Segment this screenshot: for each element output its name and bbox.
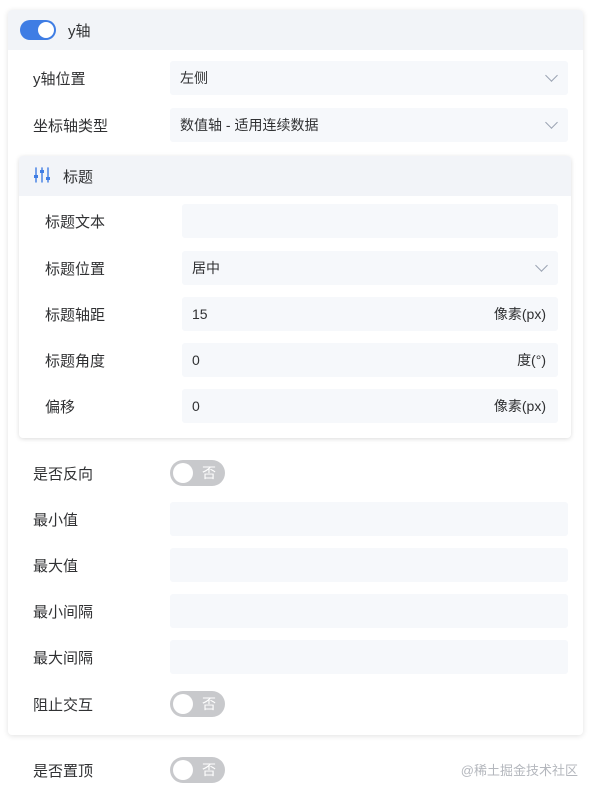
y-axis-panel: y轴 y轴位置 左侧 坐标轴类型 数值轴 - 适用连续数据 标题 标题文本 标题… xyxy=(8,10,583,735)
block-interaction-toggle-text: 否 xyxy=(202,696,216,712)
y-axis-position-select[interactable]: 左侧 xyxy=(170,61,568,95)
pin-top-label: 是否置顶 xyxy=(33,762,94,780)
max-interval-label: 最大间隔 xyxy=(33,649,94,667)
switch-knob xyxy=(38,22,54,38)
y-axis-enable-switch[interactable] xyxy=(20,20,56,40)
sliders-icon xyxy=(33,166,51,187)
panel-header: y轴 xyxy=(8,10,583,50)
title-offset-row: 偏移 0 像素(px) xyxy=(45,388,558,424)
reverse-row: 是否反向 否 xyxy=(33,455,225,491)
title-angle-label: 标题角度 xyxy=(45,352,106,370)
min-value-row: 最小值 xyxy=(33,501,568,537)
title-text-label: 标题文本 xyxy=(45,213,106,231)
min-interval-row: 最小间隔 xyxy=(33,593,568,629)
title-distance-label: 标题轴距 xyxy=(45,306,106,324)
axis-type-label: 坐标轴类型 xyxy=(33,117,109,135)
title-angle-input[interactable]: 0 度(°) xyxy=(182,343,558,377)
title-angle-value: 0 xyxy=(192,352,200,368)
block-interaction-label: 阻止交互 xyxy=(33,696,94,714)
axis-type-select[interactable]: 数值轴 - 适用连续数据 xyxy=(170,108,568,142)
y-axis-position-value: 左侧 xyxy=(180,70,208,86)
toggle-knob xyxy=(173,694,193,714)
block-interaction-row: 阻止交互 否 xyxy=(33,686,225,722)
block-interaction-toggle[interactable]: 否 xyxy=(170,691,225,717)
max-value-input[interactable] xyxy=(170,548,568,582)
max-interval-input[interactable] xyxy=(170,640,568,674)
max-interval-row: 最大间隔 xyxy=(33,639,568,675)
toggle-knob xyxy=(173,760,193,780)
watermark: @稀土掘金技术社区 xyxy=(460,763,578,778)
title-offset-value: 0 xyxy=(192,398,200,414)
reverse-toggle-text: 否 xyxy=(202,465,216,481)
title-position-label: 标题位置 xyxy=(45,260,106,278)
pin-top-row: 是否置顶 否 xyxy=(33,752,225,788)
title-position-row: 标题位置 居中 xyxy=(45,250,558,286)
max-value-label: 最大值 xyxy=(33,557,79,575)
title-angle-unit: 度(°) xyxy=(517,352,546,368)
chevron-down-icon xyxy=(535,259,548,272)
title-offset-unit: 像素(px) xyxy=(493,398,546,414)
title-angle-row: 标题角度 0 度(°) xyxy=(45,342,558,378)
title-text-row: 标题文本 xyxy=(45,203,558,239)
title-position-value: 居中 xyxy=(192,260,220,276)
reverse-toggle[interactable]: 否 xyxy=(170,460,225,486)
title-settings-panel: 标题 标题文本 标题位置 居中 标题轴距 15 像素(px) 标题角度 0 度(… xyxy=(19,156,571,438)
title-offset-label: 偏移 xyxy=(45,398,76,416)
y-axis-position-label: y轴位置 xyxy=(33,70,86,88)
pin-top-toggle[interactable]: 否 xyxy=(170,757,225,783)
title-settings-title: 标题 xyxy=(63,168,94,186)
min-interval-label: 最小间隔 xyxy=(33,603,94,621)
title-distance-row: 标题轴距 15 像素(px) xyxy=(45,296,558,332)
min-value-label: 最小值 xyxy=(33,511,79,529)
title-text-input[interactable] xyxy=(182,204,558,238)
axis-type-value: 数值轴 - 适用连续数据 xyxy=(180,117,319,133)
y-axis-position-row: y轴位置 左侧 xyxy=(33,60,568,96)
reverse-label: 是否反向 xyxy=(33,465,94,483)
title-distance-unit: 像素(px) xyxy=(493,306,546,322)
title-distance-input[interactable]: 15 像素(px) xyxy=(182,297,558,331)
chevron-down-icon xyxy=(545,116,558,129)
title-distance-value: 15 xyxy=(192,306,208,322)
chevron-down-icon xyxy=(545,69,558,82)
min-interval-input[interactable] xyxy=(170,594,568,628)
title-settings-header[interactable]: 标题 xyxy=(19,156,571,196)
title-position-select[interactable]: 居中 xyxy=(182,251,558,285)
pin-top-toggle-text: 否 xyxy=(202,762,216,778)
axis-type-row: 坐标轴类型 数值轴 - 适用连续数据 xyxy=(33,107,568,143)
title-offset-input[interactable]: 0 像素(px) xyxy=(182,389,558,423)
panel-title: y轴 xyxy=(68,22,91,40)
max-value-row: 最大值 xyxy=(33,547,568,583)
toggle-knob xyxy=(173,463,193,483)
min-value-input[interactable] xyxy=(170,502,568,536)
